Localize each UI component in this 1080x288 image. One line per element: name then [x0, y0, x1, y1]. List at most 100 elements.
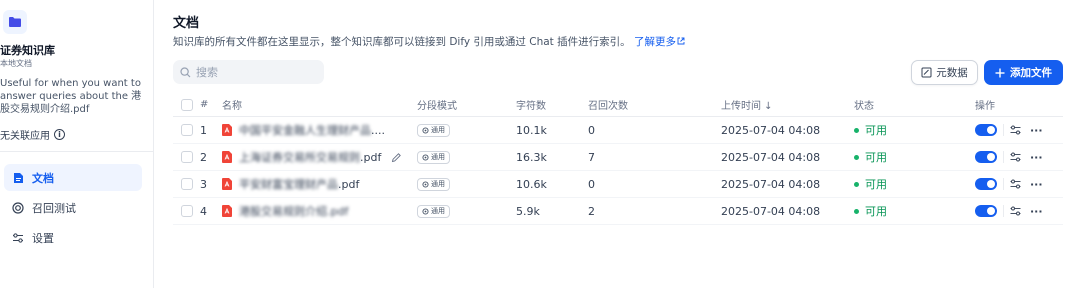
file-name-suffix: .pdf [360, 150, 382, 164]
char-count: 10.1k [516, 123, 547, 137]
nav-item-retrieval-test[interactable]: 召回测试 [4, 194, 142, 221]
file-name: 港股交易规则介绍.pdf [239, 205, 349, 218]
linked-apps: 无关联应用 i [0, 127, 65, 142]
pdf-file-icon [222, 205, 232, 217]
row-checkbox[interactable] [181, 151, 193, 163]
file-name: 上海证券交易所交易规则 [239, 151, 360, 164]
metadata-icon [921, 67, 932, 78]
upload-time: 2025-07-04 04:08 [721, 204, 821, 218]
row-index: 4 [200, 204, 207, 218]
file-name: 平安财富宝理财产品 [239, 178, 338, 191]
nav-item-label: 设置 [32, 231, 54, 245]
chunk-mode-badge: 通用 [417, 123, 450, 137]
nav-item-label: 召回测试 [32, 201, 76, 215]
file-name-cell[interactable]: 港股交易规则介绍.pdf [222, 198, 348, 224]
row-checkbox[interactable] [181, 205, 193, 217]
search-input[interactable] [196, 65, 316, 79]
target-icon [12, 201, 24, 214]
more-icon[interactable]: ··· [1030, 124, 1043, 137]
row-index: 1 [200, 123, 207, 137]
column-index: # [200, 99, 209, 110]
table-row[interactable]: 4 港股交易规则介绍.pdf 通用 5.9k 2 2025-07-04 04:0… [173, 198, 1063, 225]
gear-icon [422, 126, 429, 134]
metadata-button-label: 元数据 [936, 67, 968, 79]
action-divider [1003, 178, 1004, 190]
page-title: 文档 [173, 16, 200, 31]
add-file-button-label: 添加文件 [1010, 67, 1052, 79]
upload-time: 2025-07-04 04:08 [721, 177, 821, 191]
table-row[interactable]: 1 中国平安金融人生理财产品.... 通用 10.1k 0 2025-07-04… [173, 117, 1063, 144]
chunk-mode-badge: 通用 [417, 204, 450, 218]
row-checkbox[interactable] [181, 178, 193, 190]
file-name-suffix: .pdf [338, 177, 360, 191]
sidebar: 证券知识库 本地文档 Useful for when you want to a… [0, 0, 154, 288]
enable-toggle[interactable] [975, 178, 997, 190]
column-actions: 操作 [975, 101, 995, 112]
row-index: 2 [200, 150, 207, 164]
knowledge-base-name: 证券知识库 [0, 44, 55, 57]
plus-icon [995, 68, 1005, 77]
settings-icon[interactable] [1010, 179, 1021, 189]
file-name-cell[interactable]: 中国平安金融人生理财产品.... [222, 117, 385, 143]
enable-toggle[interactable] [975, 205, 997, 217]
char-count: 5.9k [516, 204, 540, 218]
documents-table: # 名称 分段模式 字符数 召回次数 上传时间 ↓ 状态 操作 1 中国平安金融… [173, 93, 1063, 225]
search-icon [180, 66, 191, 77]
file-name-cell[interactable]: 上海证券交易所交易规则 .pdf [222, 144, 402, 170]
column-upload-time[interactable]: 上传时间 ↓ [721, 93, 773, 116]
knowledge-base-description: Useful for when you want to answer queri… [0, 78, 142, 115]
upload-time: 2025-07-04 04:08 [721, 150, 821, 164]
status-badge: 可用 [854, 198, 887, 224]
document-icon [12, 172, 24, 184]
pdf-file-icon [222, 124, 232, 136]
gear-icon [422, 180, 429, 188]
linked-apps-label: 无关联应用 [0, 131, 50, 142]
settings-icon [12, 232, 24, 244]
hit-count: 0 [588, 123, 595, 137]
status-badge: 可用 [854, 171, 887, 197]
learn-more-link[interactable]: 了解更多 [634, 36, 685, 48]
pdf-file-icon [222, 178, 232, 190]
subtitle-text: 知识库的所有文件都在这里显示，整个知识库都可以链接到 Dify 引用或通过 Ch… [173, 36, 631, 48]
status-dot-icon [854, 181, 859, 187]
row-checkbox[interactable] [181, 124, 193, 136]
file-name-cell[interactable]: 平安财富宝理财产品 .pdf [222, 171, 359, 197]
nav-item-settings[interactable]: 设置 [4, 224, 142, 251]
column-name: 名称 [222, 101, 242, 112]
more-icon[interactable]: ··· [1030, 178, 1043, 191]
settings-icon[interactable] [1010, 206, 1021, 216]
table-header: # 名称 分段模式 字符数 召回次数 上传时间 ↓ 状态 操作 [173, 93, 1063, 117]
nav-item-label: 文档 [32, 171, 54, 185]
char-count: 10.6k [516, 177, 547, 191]
chunk-mode-badge: 通用 [417, 150, 450, 164]
external-link-icon [677, 37, 685, 45]
more-icon[interactable]: ··· [1030, 205, 1043, 218]
column-status: 状态 [854, 101, 874, 112]
settings-icon[interactable] [1010, 125, 1021, 135]
nav-item-documents[interactable]: 文档 [4, 164, 142, 191]
sidebar-divider [0, 151, 153, 152]
enable-toggle[interactable] [975, 124, 997, 136]
folder-icon [3, 10, 27, 34]
more-icon[interactable]: ··· [1030, 151, 1043, 164]
info-icon[interactable]: i [54, 129, 65, 140]
metadata-button[interactable]: 元数据 [911, 60, 978, 85]
knowledge-base-type: 本地文档 [0, 59, 32, 68]
column-chars: 字符数 [516, 101, 546, 112]
status-badge: 可用 [854, 144, 887, 170]
table-row[interactable]: 2 上海证券交易所交易规则 .pdf 通用 16.3k 7 2025-07-04 … [173, 144, 1063, 171]
status-badge: 可用 [854, 117, 887, 143]
action-divider [1003, 151, 1004, 163]
status-dot-icon [854, 154, 859, 160]
search-box[interactable] [173, 60, 324, 84]
file-name: 中国平安金融人生理财产品 [239, 124, 371, 137]
table-row[interactable]: 3 平安财富宝理财产品 .pdf 通用 10.6k 0 2025-07-04 04… [173, 171, 1063, 198]
page-subtitle: 知识库的所有文件都在这里显示，整个知识库都可以链接到 Dify 引用或通过 Ch… [173, 34, 685, 49]
settings-icon[interactable] [1010, 152, 1021, 162]
select-all-checkbox[interactable] [181, 98, 193, 111]
edit-icon[interactable] [391, 152, 402, 163]
add-file-button[interactable]: 添加文件 [984, 60, 1063, 85]
enable-toggle[interactable] [975, 151, 997, 163]
status-dot-icon [854, 127, 859, 133]
hit-count: 0 [588, 177, 595, 191]
